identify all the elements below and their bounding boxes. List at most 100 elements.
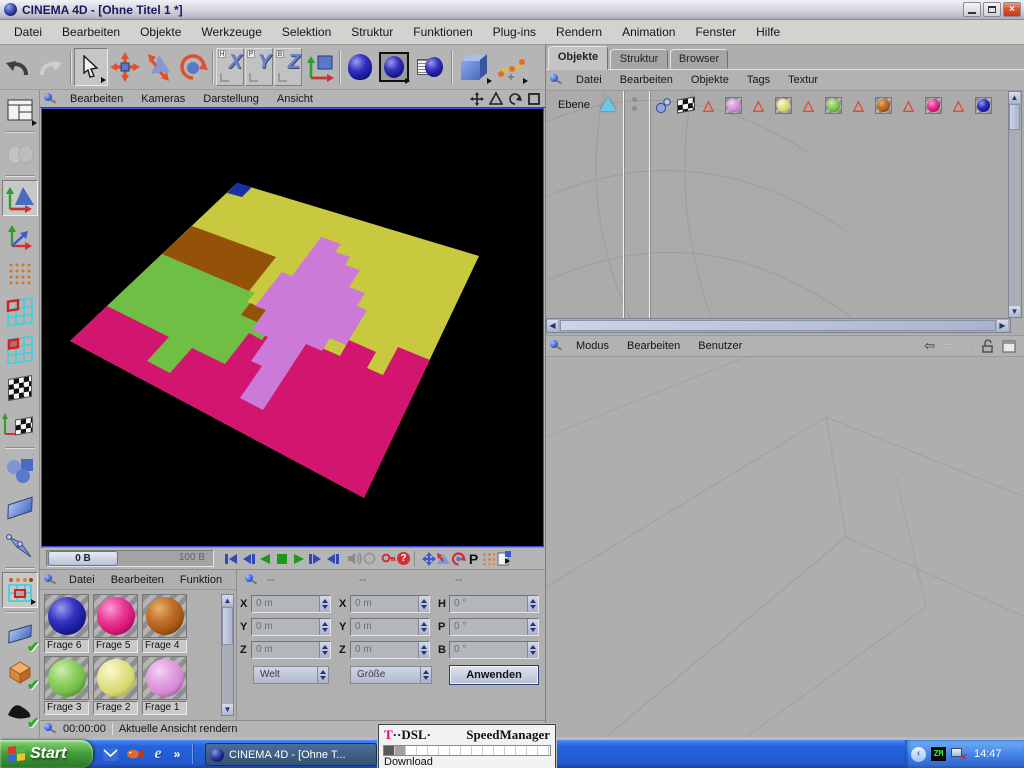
selection-filter-icon[interactable] bbox=[1, 572, 38, 608]
model-mode-icon[interactable] bbox=[1, 180, 38, 216]
viewport-canvas[interactable] bbox=[41, 108, 544, 547]
restriction-tag-icon[interactable]: △ bbox=[753, 97, 764, 113]
rotate-tool-icon[interactable] bbox=[176, 48, 210, 86]
spinner[interactable] bbox=[319, 619, 330, 635]
coord-input-pos-x[interactable]: 0 m bbox=[251, 595, 331, 613]
workplane-mode-icon[interactable] bbox=[2, 490, 38, 526]
undo-icon[interactable] bbox=[0, 48, 34, 86]
texture-axis-mode-icon[interactable] bbox=[1, 408, 38, 444]
texture-tag[interactable] bbox=[875, 97, 892, 114]
add-cube-primitive-icon[interactable] bbox=[455, 48, 493, 86]
tray-network-disconnected-icon[interactable]: × bbox=[950, 747, 967, 763]
quicklaunch-media-icon[interactable] bbox=[124, 743, 144, 765]
polygons-mode-icon[interactable] bbox=[2, 332, 38, 368]
coord-system-select[interactable]: Welt bbox=[253, 666, 329, 684]
om-menu-textur[interactable]: Textur bbox=[779, 73, 827, 87]
key-rotation-icon[interactable] bbox=[451, 551, 466, 566]
texture-tag[interactable] bbox=[775, 97, 792, 114]
edges-mode-icon[interactable] bbox=[2, 294, 38, 330]
uvw-tag-icon[interactable] bbox=[677, 96, 695, 114]
menu-fenster[interactable]: Fenster bbox=[685, 22, 746, 42]
viewport-menu-bearbeiten[interactable]: Bearbeiten bbox=[61, 92, 132, 106]
pin-icon[interactable] bbox=[44, 573, 57, 586]
timeline-slider[interactable]: 0 B bbox=[48, 551, 118, 566]
coord-size-select[interactable]: Größe bbox=[350, 666, 432, 684]
column-divider[interactable] bbox=[649, 91, 651, 318]
rotate-view-icon[interactable] bbox=[508, 92, 522, 106]
lock-z-axis-icon[interactable]: B Z bbox=[274, 48, 302, 86]
material-menu-funktion[interactable]: Funktion bbox=[172, 573, 230, 587]
coord-input-rot-b[interactable]: 0 ° bbox=[449, 641, 539, 659]
restriction-tag-icon[interactable]: △ bbox=[853, 97, 864, 113]
previous-frame-icon[interactable] bbox=[239, 551, 256, 567]
points-mode-icon[interactable] bbox=[2, 256, 38, 292]
object-mode-icon[interactable] bbox=[2, 452, 38, 488]
quicklaunch-overflow-chevron[interactable]: » bbox=[170, 743, 184, 765]
pin-icon[interactable] bbox=[44, 92, 57, 105]
material-item[interactable]: Frage 2 bbox=[93, 656, 138, 715]
menu-hilfe[interactable]: Hilfe bbox=[746, 22, 790, 42]
spinner[interactable] bbox=[319, 596, 330, 612]
visibility-dot-render[interactable] bbox=[632, 106, 637, 111]
am-menu-bearbeiten[interactable]: Bearbeiten bbox=[618, 339, 689, 353]
quicklaunch-internet-explorer-icon[interactable]: e bbox=[148, 743, 168, 765]
record-icon[interactable] bbox=[362, 551, 377, 566]
tab-struktur[interactable]: Struktur bbox=[610, 49, 668, 69]
am-menu-modus[interactable]: Modus bbox=[567, 339, 618, 353]
stop-icon[interactable] bbox=[273, 551, 290, 567]
tab-objekte[interactable]: Objekte bbox=[548, 46, 608, 70]
add-keyframe-document-icon[interactable] bbox=[496, 551, 511, 566]
menu-objekte[interactable]: Objekte bbox=[130, 22, 191, 42]
close-button[interactable]: × bbox=[1003, 2, 1021, 17]
coord-input-pos-y[interactable]: 0 m bbox=[251, 618, 331, 636]
material-item[interactable]: Frage 5 bbox=[93, 594, 138, 653]
scale-view-icon[interactable] bbox=[489, 92, 503, 106]
toggle-views-icon[interactable] bbox=[527, 92, 541, 106]
om-menu-bearbeiten[interactable]: Bearbeiten bbox=[611, 73, 682, 87]
move-tool-icon[interactable] bbox=[108, 48, 142, 86]
material-item[interactable]: Frage 6 bbox=[44, 594, 89, 653]
restriction-tag-icon[interactable]: △ bbox=[903, 97, 914, 113]
redo-icon[interactable] bbox=[34, 48, 68, 86]
toggle-box-icon[interactable] bbox=[2, 654, 39, 694]
timeline-track[interactable]: 0 B 100 B bbox=[46, 550, 214, 567]
toggle-workplane-icon[interactable] bbox=[2, 616, 39, 656]
sound-icon[interactable] bbox=[347, 551, 362, 566]
app-icon[interactable] bbox=[4, 3, 17, 16]
tray-collapse-chevron-icon[interactable]: ‹ bbox=[911, 746, 926, 762]
coord-input-rot-h[interactable]: 0 ° bbox=[449, 595, 539, 613]
om-menu-tags[interactable]: Tags bbox=[738, 73, 779, 87]
key-pla-icon[interactable] bbox=[481, 551, 496, 566]
menu-rendern[interactable]: Rendern bbox=[546, 22, 612, 42]
object-list-hscrollbar[interactable]: ◀ ▶ bbox=[546, 318, 1011, 333]
spinner[interactable] bbox=[418, 596, 429, 612]
pin-icon[interactable] bbox=[550, 340, 563, 352]
play-icon[interactable] bbox=[290, 551, 307, 567]
material-menu-datei[interactable]: Datei bbox=[61, 573, 103, 587]
texture-tag[interactable] bbox=[725, 97, 742, 114]
material-menu-bearbeiten[interactable]: Bearbeiten bbox=[103, 573, 172, 587]
goto-end-icon[interactable] bbox=[324, 551, 341, 567]
add-spline-icon[interactable] bbox=[493, 48, 529, 86]
spinner[interactable] bbox=[527, 619, 538, 635]
om-menu-objekte[interactable]: Objekte bbox=[682, 73, 738, 87]
tray-zonemonitor-icon[interactable]: ZM bbox=[931, 747, 946, 761]
scale-tool-icon[interactable] bbox=[142, 48, 176, 86]
object-name[interactable]: Ebene bbox=[558, 99, 590, 111]
lock-y-axis-icon[interactable]: P Y bbox=[245, 48, 273, 86]
render-settings-icon[interactable] bbox=[411, 48, 449, 86]
restriction-tag-icon[interactable]: △ bbox=[953, 97, 964, 113]
material-item[interactable]: Frage 1 bbox=[142, 656, 187, 715]
next-frame-icon[interactable] bbox=[307, 551, 324, 567]
am-menu-benutzer[interactable]: Benutzer bbox=[689, 339, 751, 353]
lock-icon[interactable] bbox=[981, 339, 994, 353]
history-back-icon[interactable]: ⇦ bbox=[924, 339, 935, 353]
menu-bearbeiten[interactable]: Bearbeiten bbox=[52, 22, 130, 42]
pin-icon[interactable] bbox=[550, 74, 563, 86]
lock-x-axis-icon[interactable]: H X bbox=[216, 48, 244, 86]
coord-input-size-y[interactable]: 0 m bbox=[350, 618, 430, 636]
pin-icon[interactable] bbox=[245, 574, 258, 586]
taskbar-task-cinema4d[interactable]: CINEMA 4D - [Ohne T... bbox=[205, 743, 377, 766]
coord-input-size-z[interactable]: 0 m bbox=[350, 641, 430, 659]
menu-datei[interactable]: Datei bbox=[4, 22, 52, 42]
